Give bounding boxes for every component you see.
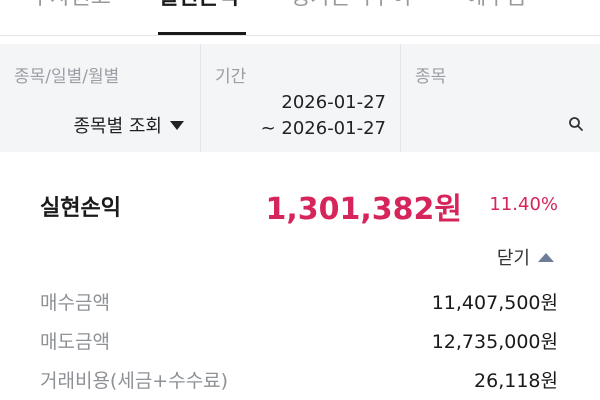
search-icon[interactable] — [568, 116, 584, 132]
realized-profit-rate: 11.40% — [489, 194, 558, 215]
filter-bar: 종목/일별/월별 종목별 조회 기간 2026-01-27 ~ 2026-01-… — [0, 44, 600, 152]
view-mode-value: 종목별 조회 — [73, 116, 162, 137]
summary-title: 실현손익 — [40, 196, 121, 221]
active-tab-indicator — [158, 32, 246, 35]
caret-down-icon — [170, 120, 184, 130]
tab-valuation-trend[interactable]: 평가손익추이 — [290, 0, 411, 36]
detail-value: 11,407,500원 — [431, 292, 558, 314]
stock-filter[interactable]: 종목 — [400, 44, 600, 152]
detail-row-buy-amount: 매수금액 11,407,500원 — [40, 288, 558, 318]
period-label: 기간 — [215, 67, 247, 87]
caret-up-icon — [538, 252, 554, 262]
view-mode-filter[interactable]: 종목/일별/월별 종목별 조회 — [0, 44, 200, 152]
detail-label: 거래비용(세금+수수료) — [40, 370, 229, 392]
period-range[interactable]: 2026-01-27 ~ 2026-01-27 — [261, 90, 386, 142]
view-mode-select[interactable]: 종목별 조회 — [73, 112, 184, 138]
stock-label: 종목 — [415, 67, 447, 87]
detail-row-sell-amount: 매도금액 12,735,000원 — [40, 327, 558, 357]
detail-value: 12,735,000원 — [431, 331, 558, 353]
period-filter[interactable]: 기간 2026-01-27 ~ 2026-01-27 — [200, 44, 400, 152]
tab-bar: 투자원고 실현손익 평가손익추이 예수금 — [0, 0, 600, 36]
collapse-details-button[interactable]: 닫기 — [497, 244, 554, 270]
collapse-label: 닫기 — [496, 248, 530, 269]
detail-value: 26,118원 — [474, 370, 558, 392]
detail-label: 매도금액 — [40, 331, 110, 353]
tab-deposit[interactable]: 예수금 — [466, 0, 527, 36]
detail-row-trading-cost: 거래비용(세금+수수료) 26,118원 — [40, 366, 558, 396]
tab-investment-principal[interactable]: 투자원고 — [30, 0, 111, 36]
detail-label: 매수금액 — [40, 292, 110, 314]
date-to: ~ 2026-01-27 — [260, 118, 386, 139]
realized-profit-amount: 1,301,382원 — [265, 192, 462, 227]
date-from: 2026-01-27 — [281, 92, 386, 113]
view-mode-label: 종목/일별/월별 — [14, 67, 120, 87]
tab-realized-profit[interactable]: 실현손익 — [158, 0, 239, 36]
